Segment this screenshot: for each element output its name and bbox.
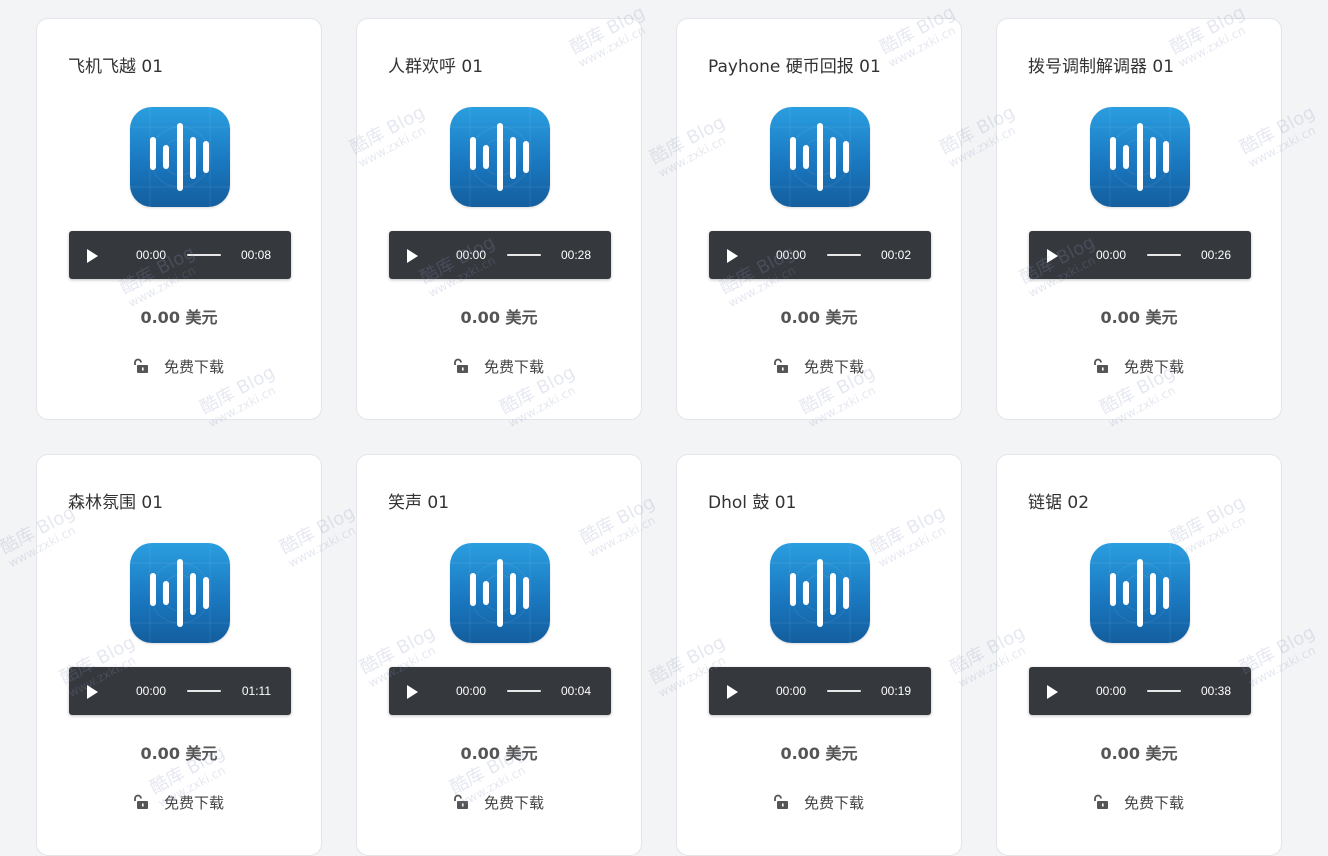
audio-waveform-icon bbox=[770, 107, 870, 207]
play-icon[interactable] bbox=[407, 249, 418, 263]
current-time: 00:00 bbox=[1096, 248, 1127, 262]
unlock-icon bbox=[134, 794, 148, 809]
price: 0.00 美元 bbox=[140, 308, 218, 327]
download-label: 免费下载 bbox=[1124, 358, 1185, 376]
duration: 00:02 bbox=[880, 248, 911, 262]
unlock-icon bbox=[454, 794, 468, 809]
current-time: 00:00 bbox=[136, 684, 167, 698]
download-label: 免费下载 bbox=[1124, 794, 1185, 812]
current-time: 00:00 bbox=[776, 684, 807, 698]
unlock-icon bbox=[134, 358, 148, 373]
duration: 00:26 bbox=[1200, 248, 1231, 262]
unlock-icon bbox=[1094, 794, 1108, 809]
current-time: 00:00 bbox=[1096, 684, 1127, 698]
sound-card[interactable]: 拨号调制解调器 01 00:00 00:26 0.00 美元 免费下载 bbox=[996, 18, 1282, 420]
audio-player: 00:00 01:11 bbox=[69, 667, 291, 715]
audio-waveform-icon bbox=[130, 543, 230, 643]
price: 0.00 美元 bbox=[460, 744, 538, 763]
seek-bar[interactable] bbox=[827, 254, 861, 256]
sound-card[interactable]: 链锯 02 00:00 00:38 0.00 美元 免费下载 bbox=[996, 454, 1282, 856]
sound-title[interactable]: 链锯 02 bbox=[1028, 488, 1089, 513]
sound-title[interactable]: 飞机飞越 01 bbox=[68, 52, 163, 77]
download-label: 免费下载 bbox=[164, 358, 225, 376]
download-label: 免费下载 bbox=[484, 794, 545, 812]
sound-card[interactable]: Payhone 硬币回报 01 00:00 00:02 0.00 美元 免费下载 bbox=[676, 18, 962, 420]
play-icon[interactable] bbox=[87, 685, 98, 699]
duration: 00:28 bbox=[560, 248, 591, 262]
duration: 01:11 bbox=[241, 684, 271, 698]
audio-waveform-icon bbox=[130, 107, 230, 207]
seek-bar[interactable] bbox=[187, 690, 221, 692]
unlock-icon bbox=[774, 794, 788, 809]
price: 0.00 美元 bbox=[780, 744, 858, 763]
audio-player: 00:00 00:08 bbox=[69, 231, 291, 279]
seek-bar[interactable] bbox=[507, 254, 541, 256]
sound-grid: 飞机飞越 01 00:00 00:08 0.00 美元 免费下载 人群欢呼 01… bbox=[0, 0, 1328, 856]
current-time: 00:00 bbox=[776, 248, 807, 262]
sound-title[interactable]: 人群欢呼 01 bbox=[388, 52, 483, 77]
sound-card[interactable]: 人群欢呼 01 00:00 00:28 0.00 美元 免费下载 bbox=[356, 18, 642, 420]
duration: 00:08 bbox=[240, 248, 271, 262]
audio-waveform-icon bbox=[450, 543, 550, 643]
sound-title[interactable]: Payhone 硬币回报 01 bbox=[708, 52, 881, 77]
unlock-icon bbox=[454, 358, 468, 373]
sound-card[interactable]: 笑声 01 00:00 00:04 0.00 美元 免费下载 bbox=[356, 454, 642, 856]
sound-card[interactable]: Dhol 鼓 01 00:00 00:19 0.00 美元 免费下载 bbox=[676, 454, 962, 856]
current-time: 00:00 bbox=[456, 248, 487, 262]
duration: 00:04 bbox=[560, 684, 591, 698]
price: 0.00 美元 bbox=[460, 308, 538, 327]
price: 0.00 美元 bbox=[780, 308, 858, 327]
play-icon[interactable] bbox=[727, 685, 738, 699]
sound-card[interactable]: 飞机飞越 01 00:00 00:08 0.00 美元 免费下载 bbox=[36, 18, 322, 420]
play-icon[interactable] bbox=[727, 249, 738, 263]
sound-title[interactable]: 拨号调制解调器 01 bbox=[1028, 52, 1174, 77]
audio-player: 00:00 00:04 bbox=[389, 667, 611, 715]
seek-bar[interactable] bbox=[187, 254, 221, 256]
download-label: 免费下载 bbox=[164, 794, 225, 812]
price: 0.00 美元 bbox=[140, 744, 218, 763]
sound-title[interactable]: 笑声 01 bbox=[388, 488, 449, 513]
price: 0.00 美元 bbox=[1100, 744, 1178, 763]
play-icon[interactable] bbox=[407, 685, 418, 699]
seek-bar[interactable] bbox=[1147, 690, 1181, 692]
download-label: 免费下载 bbox=[804, 794, 865, 812]
download-label: 免费下载 bbox=[804, 358, 865, 376]
audio-player: 00:00 00:28 bbox=[389, 231, 611, 279]
play-icon[interactable] bbox=[87, 249, 98, 263]
audio-waveform-icon bbox=[450, 107, 550, 207]
audio-waveform-icon bbox=[770, 543, 870, 643]
audio-player: 00:00 00:26 bbox=[1029, 231, 1251, 279]
seek-bar[interactable] bbox=[827, 690, 861, 692]
seek-bar[interactable] bbox=[1147, 254, 1181, 256]
duration: 00:38 bbox=[1200, 684, 1231, 698]
audio-player: 00:00 00:19 bbox=[709, 667, 931, 715]
download-label: 免费下载 bbox=[484, 358, 545, 376]
current-time: 00:00 bbox=[136, 248, 167, 262]
audio-player: 00:00 00:02 bbox=[709, 231, 931, 279]
audio-waveform-icon bbox=[1090, 543, 1190, 643]
duration: 00:19 bbox=[880, 684, 911, 698]
sound-title[interactable]: Dhol 鼓 01 bbox=[708, 488, 796, 513]
sound-card[interactable]: 森林氛围 01 00:00 01:11 0.00 美元 免费下载 bbox=[36, 454, 322, 856]
unlock-icon bbox=[1094, 358, 1108, 373]
seek-bar[interactable] bbox=[507, 690, 541, 692]
price: 0.00 美元 bbox=[1100, 308, 1178, 327]
sound-title[interactable]: 森林氛围 01 bbox=[68, 488, 163, 513]
current-time: 00:00 bbox=[456, 684, 487, 698]
audio-waveform-icon bbox=[1090, 107, 1190, 207]
play-icon[interactable] bbox=[1047, 685, 1058, 699]
unlock-icon bbox=[774, 358, 788, 373]
audio-player: 00:00 00:38 bbox=[1029, 667, 1251, 715]
play-icon[interactable] bbox=[1047, 249, 1058, 263]
